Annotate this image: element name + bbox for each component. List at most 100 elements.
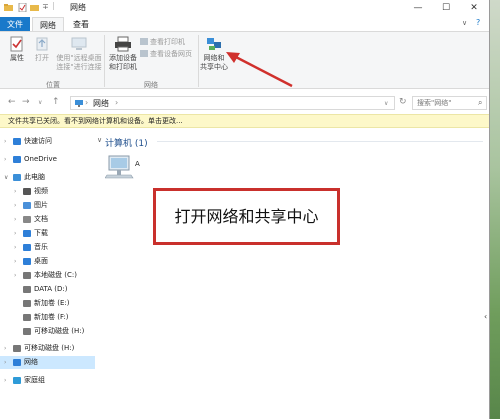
network-computer-label[interactable]: A: [135, 160, 140, 168]
sidebar-item-document[interactable]: › 文档: [0, 213, 95, 226]
expand-chevron-icon[interactable]: ›: [4, 153, 6, 166]
sidebar-item-homegroup[interactable]: › 家庭组: [0, 374, 95, 387]
refresh-button[interactable]: ↻: [399, 97, 407, 107]
address-box[interactable]: › 网络 › ∨: [70, 96, 395, 110]
address-dropdown-icon[interactable]: ∨: [384, 100, 388, 107]
expand-chevron-icon[interactable]: ›: [14, 185, 16, 198]
sidebar-item-label: 图片: [34, 201, 48, 209]
group-location-label: 位置: [46, 81, 60, 89]
ribbon-collapse-icon[interactable]: ∨: [462, 19, 467, 27]
search-input[interactable]: 搜索"网络": [412, 96, 487, 110]
expand-chevron-icon[interactable]: ›: [14, 241, 16, 254]
network-sharing-label-2: 共享中心: [200, 63, 228, 71]
star-icon: [13, 138, 21, 145]
sidebar-item-drive[interactable]: 新加卷 (E:): [0, 297, 95, 310]
drive-icon: [23, 314, 31, 321]
expand-chevron-icon[interactable]: ›: [4, 374, 6, 387]
folder-icon: [4, 4, 13, 11]
quick-access-dropdown-icon[interactable]: ∓: [42, 2, 49, 11]
remote-desktop-button[interactable]: 使用"远程桌面 连接"进行连接: [54, 36, 104, 72]
network-sharing-center-button[interactable]: 网络和 共享中心: [198, 36, 230, 72]
recent-locations-button[interactable]: ∨: [38, 99, 42, 106]
desktop-wallpaper: [490, 0, 500, 419]
expand-chevron-icon[interactable]: ∨: [4, 171, 8, 184]
network-sharing-label-1: 网络和: [203, 54, 225, 62]
sidebar-item-label: 家庭组: [24, 376, 45, 384]
sidebar-item-usb-drive[interactable]: 可移动磁盘 (H:): [0, 325, 95, 338]
new-folder-quick-icon[interactable]: [30, 3, 39, 12]
file-explorer-window: ∓ | 网络 — ☐ ✕ 文件 网络 查看 ∨ ? 属性 打开 使用"远程桌面 …: [0, 0, 490, 419]
sidebar-item-desktop[interactable]: › 桌面: [0, 255, 95, 268]
group-header-computers[interactable]: 计算机 (1): [105, 136, 148, 149]
tab-view[interactable]: 查看: [66, 17, 96, 32]
address-separator-end: ›: [115, 98, 119, 107]
sidebar-item-usb-drive[interactable]: › 可移动磁盘 (H:): [0, 342, 95, 355]
sidebar-item-picture[interactable]: › 图片: [0, 199, 95, 212]
expand-chevron-icon[interactable]: ›: [14, 213, 16, 226]
sidebar-item-drive[interactable]: › 本地磁盘 (C:): [0, 269, 95, 282]
sidebar-item-label: 本地磁盘 (C:): [34, 271, 77, 279]
add-devices-label-2: 和打印机: [109, 63, 137, 71]
properties-quick-icon[interactable]: [18, 3, 27, 12]
search-icon: ⌕: [478, 98, 483, 107]
annotation-callout: 打开网络和共享中心: [153, 188, 340, 245]
printer-small-icon: [140, 38, 148, 45]
add-devices-button[interactable]: 添加设备 和打印机: [106, 36, 140, 72]
properties-button[interactable]: 属性: [6, 36, 28, 63]
expand-chevron-icon[interactable]: ›: [14, 199, 16, 212]
sidebar-item-drive[interactable]: 新加卷 (F:): [0, 311, 95, 324]
sidebar-item-computer[interactable]: ∨ 此电脑: [0, 171, 95, 184]
tab-file[interactable]: 文件: [0, 17, 30, 32]
expand-chevron-icon[interactable]: ›: [4, 342, 6, 355]
homegroup-icon: [13, 377, 21, 384]
expand-chevron-icon[interactable]: ›: [14, 255, 16, 268]
open-button[interactable]: 打开: [32, 36, 52, 63]
sidebar-item-network[interactable]: › 网络: [0, 356, 95, 369]
maximize-button[interactable]: ☐: [434, 0, 458, 16]
expand-chevron-icon[interactable]: ›: [14, 269, 16, 282]
group-header-divider: [157, 141, 483, 142]
remote-desktop-label-2: 连接"进行连接: [56, 63, 102, 71]
group-collapse-icon[interactable]: ∨: [97, 136, 102, 144]
forward-button[interactable]: →: [22, 97, 30, 107]
window-title: 网络: [70, 3, 86, 12]
tab-network[interactable]: 网络: [32, 17, 64, 32]
content-area: ∨ 计算机 (1) A: [97, 129, 489, 419]
sidebar-item-star[interactable]: › 快速访问: [0, 135, 95, 148]
sidebar-item-label: OneDrive: [24, 155, 57, 163]
ribbon-separator: [104, 35, 105, 87]
cloud-icon: [13, 156, 21, 163]
expand-chevron-icon[interactable]: ›: [4, 356, 6, 369]
video-icon: [23, 188, 31, 195]
expand-chevron-icon[interactable]: ›: [4, 135, 6, 148]
webpage-small-icon: [140, 50, 148, 57]
view-webpage-label: 查看设备网页: [150, 50, 192, 58]
sidebar-item-label: 新加卷 (E:): [34, 299, 70, 307]
help-icon[interactable]: ?: [476, 18, 480, 27]
sidebar-item-download[interactable]: › 下载: [0, 227, 95, 240]
view-printers-button[interactable]: 查看打印机: [140, 37, 185, 47]
up-button[interactable]: ↑: [52, 97, 60, 107]
view-device-webpage-button[interactable]: 查看设备网页: [140, 49, 192, 59]
minimize-button[interactable]: —: [406, 0, 430, 16]
ribbon-tabs: 文件 网络 查看 ∨ ?: [0, 16, 489, 32]
sidebar-item-video[interactable]: › 视频: [0, 185, 95, 198]
sidebar-item-label: 快速访问: [24, 137, 52, 145]
expand-chevron-icon[interactable]: ›: [14, 227, 16, 240]
group-network-label: 网络: [144, 81, 158, 89]
address-bar-row: ← → ∨ ↑ › 网络 › ∨ ↻ 搜索"网络" ⌕: [0, 93, 489, 113]
sidebar-item-label: 可移动磁盘 (H:): [24, 344, 75, 352]
picture-icon: [23, 202, 31, 209]
file-sharing-infobar[interactable]: 文件共享已关闭。看不到网络计算机和设备。单击更改...: [0, 114, 489, 128]
open-label: 打开: [35, 54, 49, 62]
sidebar-item-label: 可移动磁盘 (H:): [34, 327, 85, 335]
desktop-icon: [23, 258, 31, 265]
sidebar-item-drive[interactable]: DATA (D:): [0, 283, 95, 296]
address-path[interactable]: 网络: [93, 98, 109, 109]
sidebar-item-cloud[interactable]: › OneDrive: [0, 153, 95, 166]
sidebar-item-label: 网络: [24, 358, 38, 366]
close-button[interactable]: ✕: [462, 0, 486, 16]
back-button[interactable]: ←: [8, 97, 16, 107]
music-icon: [23, 244, 31, 251]
sidebar-item-music[interactable]: › 音乐: [0, 241, 95, 254]
